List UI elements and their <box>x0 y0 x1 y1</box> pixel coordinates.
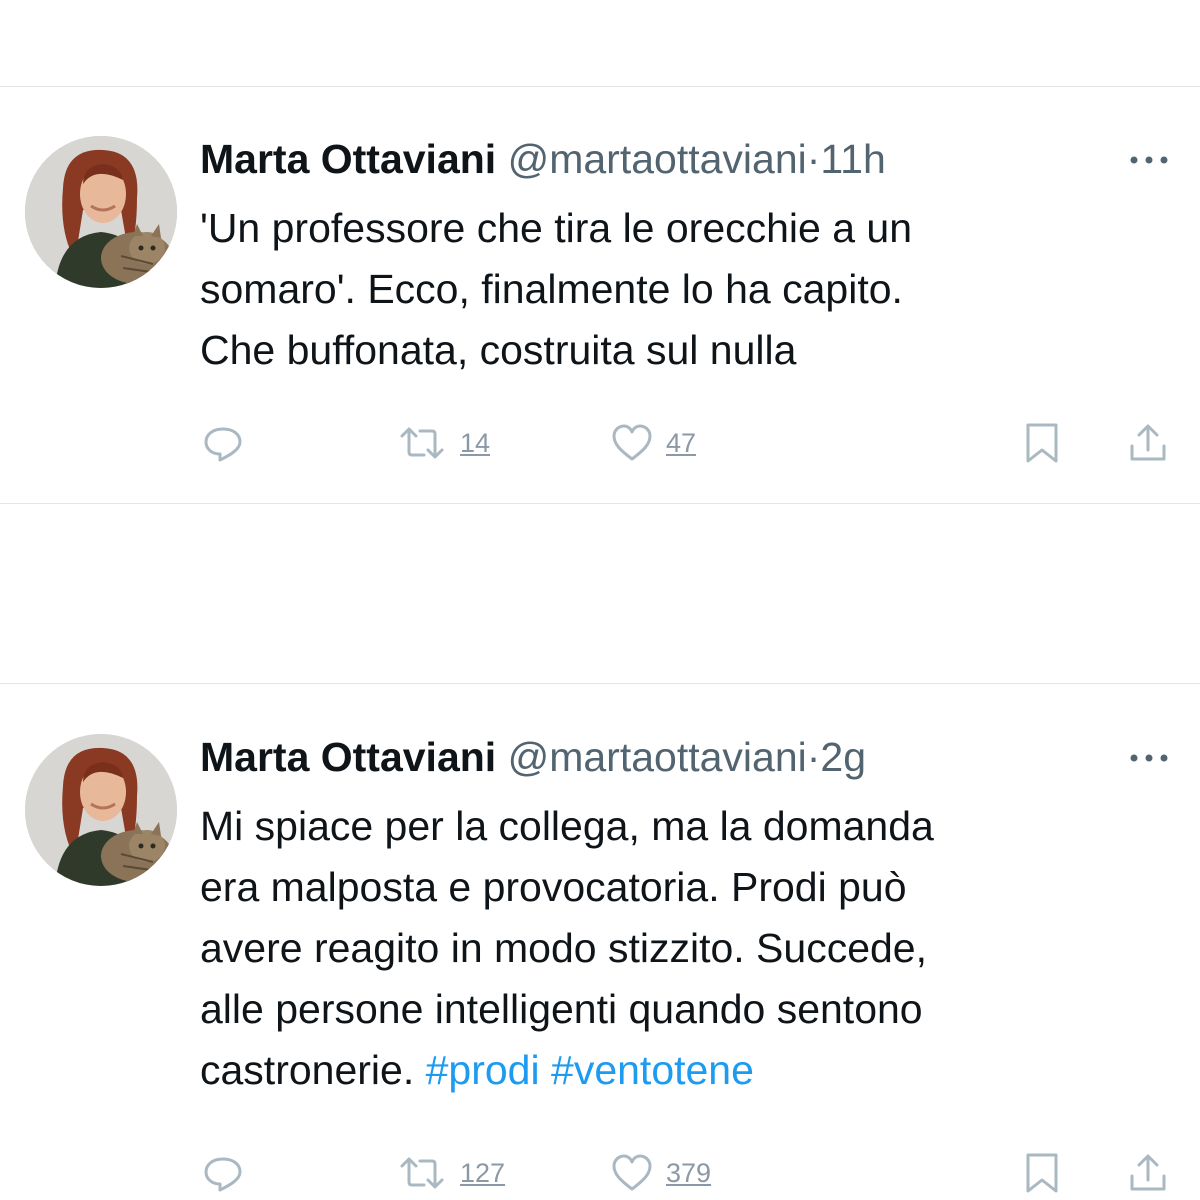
avatar[interactable] <box>25 136 177 288</box>
like-button[interactable]: 47 <box>610 418 696 468</box>
retweet-button[interactable]: 14 <box>396 418 490 468</box>
author-name[interactable]: Marta Ottaviani <box>200 136 496 182</box>
more-horizontal-icon[interactable] <box>1128 748 1172 768</box>
tweet-timestamp[interactable]: 11h <box>820 136 885 182</box>
tweet-text-line: era malposta e provocatoria. Prodi può <box>200 864 907 910</box>
retweet-count[interactable]: 14 <box>460 428 490 459</box>
tweet-text-line: alle persone intelligenti quando sentono <box>200 986 923 1032</box>
tweet-text-line: Che buffonata, costruita sul nulla <box>200 327 797 373</box>
tweet-actions: 14 47 <box>0 418 1200 468</box>
like-count[interactable]: 379 <box>666 1158 711 1189</box>
reply-button[interactable] <box>202 1148 244 1198</box>
tweet-timestamp[interactable]: 2g <box>820 734 866 780</box>
reply-bubble-icon <box>204 1157 242 1192</box>
hashtag-link[interactable]: #prodi <box>426 1047 540 1093</box>
bookmark-button[interactable] <box>1024 418 1060 468</box>
bookmark-icon <box>1026 423 1058 463</box>
tweet-header: Marta Ottaviani @martaottaviani·11h <box>200 131 886 187</box>
hashtag-link[interactable]: #ventotene <box>551 1047 754 1093</box>
share-button[interactable] <box>1128 418 1168 468</box>
reply-button[interactable] <box>202 418 244 468</box>
reply-bubble-icon <box>204 427 242 462</box>
like-button[interactable]: 379 <box>610 1148 711 1198</box>
separator-dot: · <box>806 136 821 182</box>
tweet-text: Mi spiace per la collega, ma la domanda … <box>200 796 1160 1101</box>
heart-icon <box>612 1154 652 1191</box>
tweet-text-line: Mi spiace per la collega, ma la domanda <box>200 803 934 849</box>
bookmark-icon <box>1026 1153 1058 1193</box>
share-button[interactable] <box>1128 1148 1168 1198</box>
divider-lower <box>0 683 1200 684</box>
divider-middle <box>0 503 1200 504</box>
share-icon <box>1130 1154 1166 1191</box>
retweet-count[interactable]: 127 <box>460 1158 505 1189</box>
divider-top <box>0 86 1200 87</box>
tweet-text-line: avere reagito in modo stizzito. Succede, <box>200 925 927 971</box>
avatar[interactable] <box>25 734 177 886</box>
retweet-icon <box>400 427 444 459</box>
heart-icon <box>612 424 652 461</box>
more-horizontal-icon[interactable] <box>1128 150 1172 170</box>
avatar-photo <box>25 734 177 886</box>
like-count[interactable]: 47 <box>666 428 696 459</box>
author-handle[interactable]: @martaottaviani <box>508 734 807 780</box>
tweet-text-line: somaro'. Ecco, finalmente lo ha capito. <box>200 266 903 312</box>
avatar-photo <box>25 136 177 288</box>
tweet-text-line-last: castronerie. #prodi #ventotene <box>200 1040 1160 1101</box>
share-icon <box>1130 424 1166 461</box>
tweet-actions: 127 379 <box>0 1148 1200 1198</box>
tweet-text-line: 'Un professore che tira le orecchie a un <box>200 205 913 251</box>
author-handle[interactable]: @martaottaviani <box>508 136 807 182</box>
retweet-button[interactable]: 127 <box>396 1148 505 1198</box>
tweet-header: Marta Ottaviani @martaottaviani·2g <box>200 729 866 785</box>
separator-dot: · <box>806 734 821 780</box>
tweet-text: 'Un professore che tira le orecchie a un… <box>200 198 1160 381</box>
retweet-icon <box>400 1157 444 1189</box>
author-name[interactable]: Marta Ottaviani <box>200 734 496 780</box>
bookmark-button[interactable] <box>1024 1148 1060 1198</box>
tweet-text-segment: castronerie. <box>200 1047 415 1093</box>
